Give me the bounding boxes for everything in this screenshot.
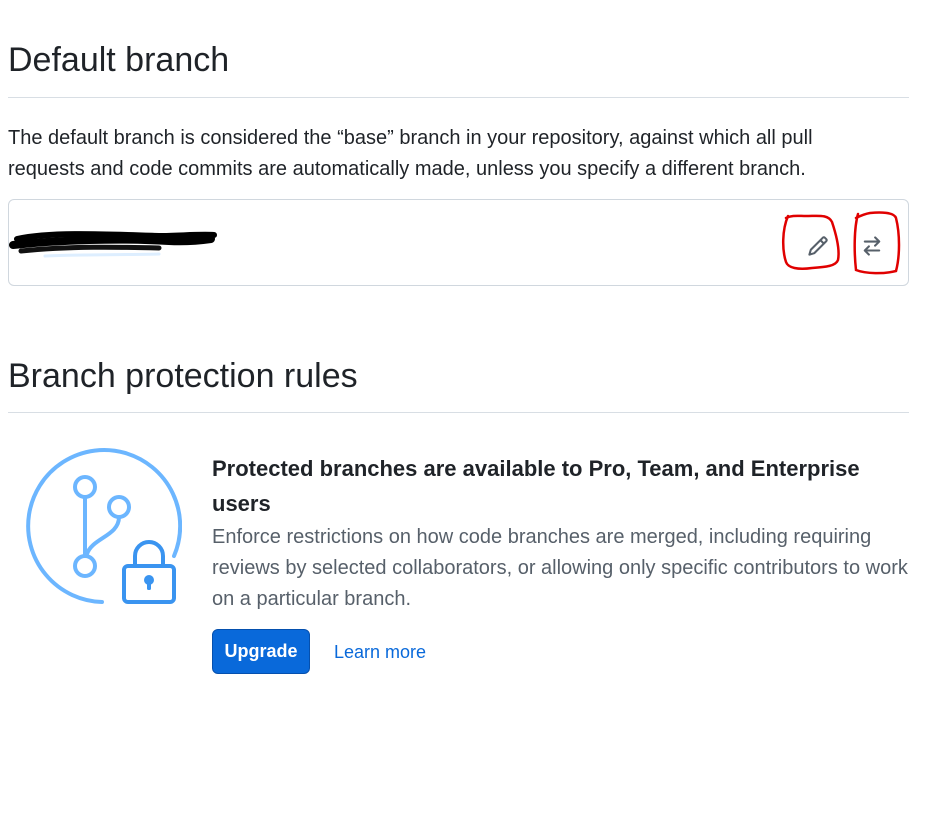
- pencil-icon: [808, 236, 828, 256]
- learn-more-link[interactable]: Learn more: [334, 640, 426, 664]
- divider: [8, 412, 909, 413]
- default-branch-description: The default branch is considered the “ba…: [8, 127, 813, 180]
- switch-branch-button[interactable]: [856, 230, 888, 262]
- git-branch-lock-icon: [26, 448, 182, 604]
- default-branch-title: Default branch: [8, 41, 230, 79]
- protected-branches-heading: Protected branches are available to Pro,…: [212, 456, 860, 516]
- upgrade-button[interactable]: Upgrade: [212, 629, 310, 674]
- divider: [8, 97, 909, 98]
- protected-branches-text: Enforce restrictions on how code branche…: [212, 526, 908, 610]
- arrow-switch-icon: [863, 236, 881, 256]
- redacted-branch-name: [9, 231, 217, 258]
- branch-protection-title: Branch protection rules: [8, 357, 358, 395]
- edit-branch-button[interactable]: [802, 230, 834, 262]
- default-branch-box: [8, 199, 909, 286]
